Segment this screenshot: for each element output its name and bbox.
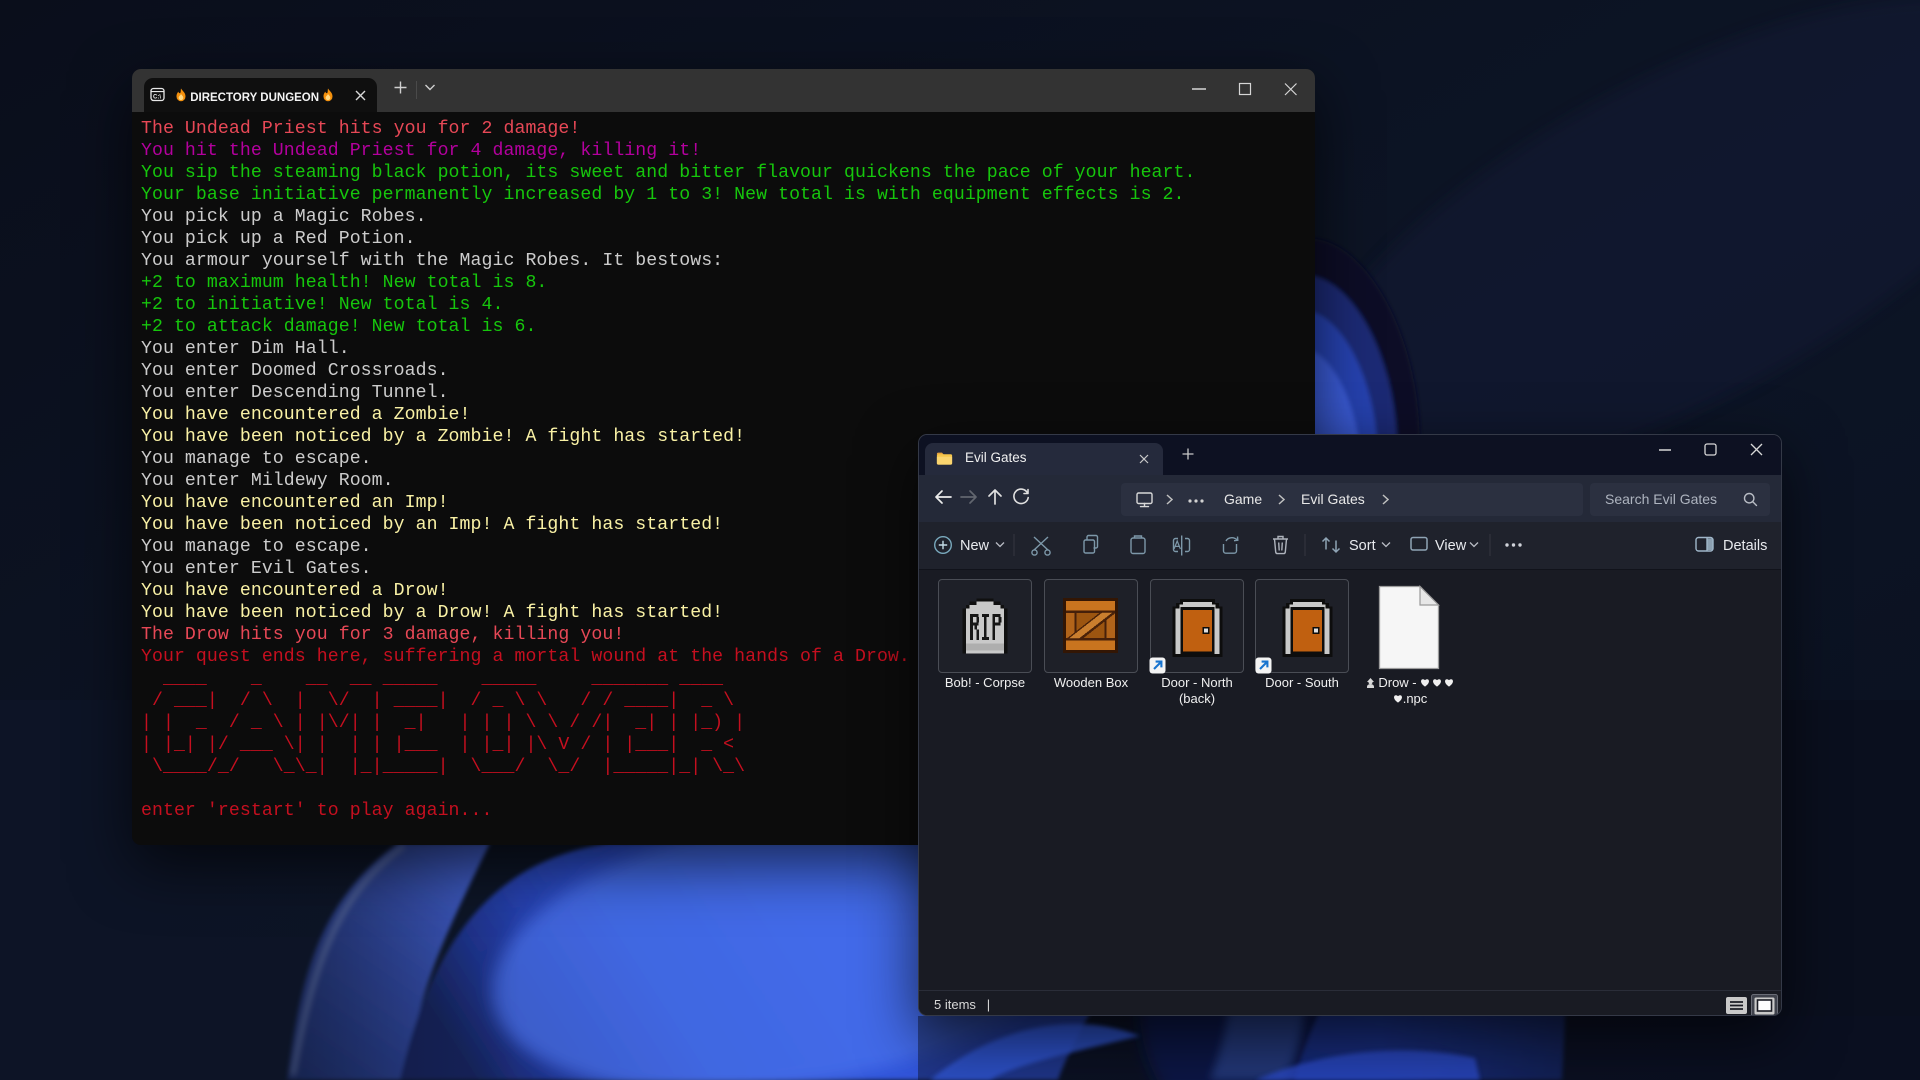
- svg-text:Details: Details: [1723, 538, 1767, 554]
- svg-text:View: View: [1435, 538, 1467, 554]
- svg-text:Sort: Sort: [1349, 538, 1376, 554]
- svg-text:New: New: [960, 538, 990, 554]
- svg-text:C:\: C:\: [153, 95, 161, 101]
